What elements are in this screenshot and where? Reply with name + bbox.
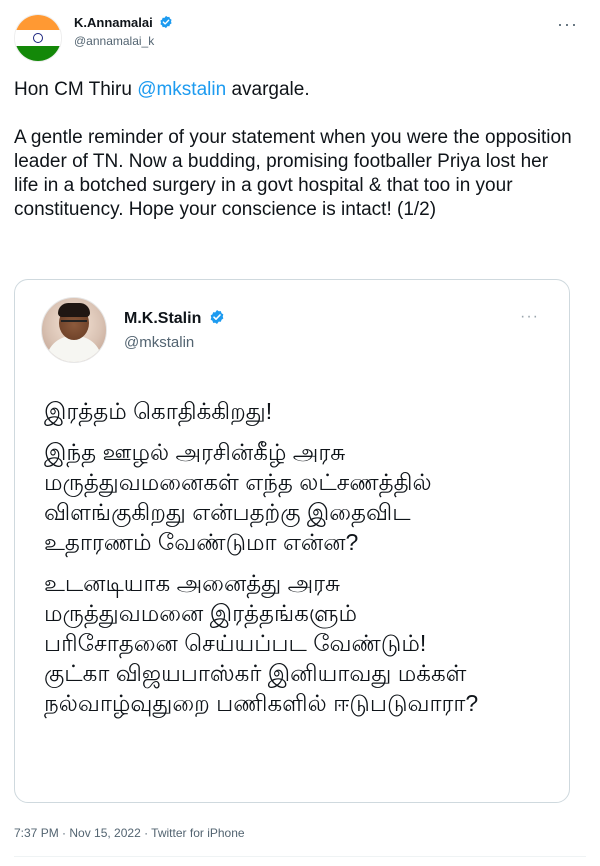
quoted-author-name-row[interactable]: M.K.Stalin [124, 309, 225, 328]
quoted-line: பரிசோதனை செய்யப்பட வேண்டும்! [44, 630, 427, 656]
quoted-line: விளங்குகிறது என்பதற்கு இதைவிட [44, 499, 411, 525]
quoted-tweet-text: இரத்தம் கொதிக்கிறது! இந்த ஊழல் அரசின்கீழ… [44, 396, 544, 729]
author-name-row[interactable]: K.Annamalai [74, 15, 173, 30]
tweet-text-prefix: Hon CM Thiru [14, 79, 138, 100]
quoted-author-handle[interactable]: @mkstalin [124, 334, 194, 351]
author-name[interactable]: K.Annamalai [74, 15, 153, 30]
avatar-figure-body [46, 336, 102, 362]
quoted-paragraph: இரத்தம் கொதிக்கிறது! [44, 396, 544, 426]
flag-saffron-band [15, 15, 61, 31]
avatar-figure-glasses [61, 320, 87, 328]
quoted-line: உடனடியாக அனைத்து அரசு [44, 570, 341, 596]
quoted-line: நல்வாழ்வுதுறை பணிகளில் ஈடுபடுவாரா? [44, 690, 479, 716]
verified-badge-icon [210, 310, 224, 324]
tweet-timestamp[interactable]: 7:37 PM · Nov 15, 2022 · Twitter for iPh… [14, 826, 245, 840]
quoted-paragraph: இந்த ஊழல் அரசின்கீழ் அரசு மருத்துவமனைகள்… [44, 437, 544, 557]
quoted-paragraph: உடனடியாக அனைத்து அரசு மருத்துவமனை இரத்தங… [44, 568, 544, 718]
quoted-more-options-icon: ··· [520, 308, 539, 325]
quoted-line: குட்கா விஜயபாஸ்கர் இனியாவது மக்கள் [44, 660, 467, 686]
quoted-line: மருத்துவமனை இரத்தங்களும் [44, 600, 357, 626]
divider [14, 856, 586, 857]
tweet-text-suffix: avargale. A gentle reminder of your stat… [14, 79, 572, 220]
ashoka-chakra-icon [33, 33, 43, 43]
tweet: K.Annamalai @annamalai_k ··· Hon CM Thir… [0, 0, 600, 866]
flag-green-band [15, 45, 61, 61]
author-avatar[interactable] [14, 14, 62, 62]
more-options-icon[interactable]: ··· [557, 14, 578, 35]
quoted-author-avatar[interactable] [41, 297, 107, 363]
quoted-line: இந்த ஊழல் அரசின்கீழ் அரசு [44, 439, 346, 465]
avatar-figure-hair [58, 303, 90, 317]
quoted-tweet[interactable]: M.K.Stalin @mkstalin ··· இரத்தம் கொதிக்க… [14, 279, 570, 803]
tweet-text: Hon CM Thiru @mkstalin avargale. A gentl… [14, 78, 574, 222]
verified-badge-icon [160, 15, 172, 29]
quoted-line: மருத்துவமனைகள் எந்த லட்சணத்தில் [44, 469, 432, 495]
quoted-line: உதாரணம் வேண்டுமா என்ன? [44, 529, 359, 555]
quoted-author-name[interactable]: M.K.Stalin [124, 310, 201, 327]
quoted-line: இரத்தம் கொதிக்கிறது! [44, 398, 273, 424]
author-handle[interactable]: @annamalai_k [74, 34, 154, 48]
mention-link[interactable]: @mkstalin [137, 79, 226, 100]
